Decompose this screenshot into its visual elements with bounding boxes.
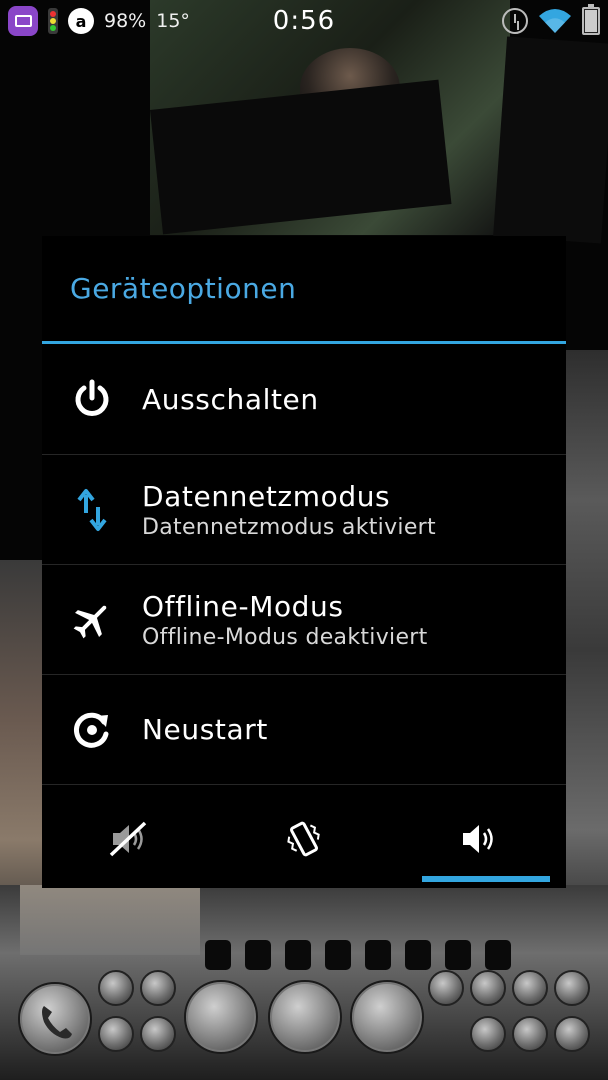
dock-mini-app-icon[interactable]: [98, 1016, 134, 1052]
sound-mode-sound-on[interactable]: [391, 785, 566, 892]
alarm-icon: [502, 8, 528, 34]
dock-mini-app-icon[interactable]: [98, 970, 134, 1006]
sound-mode-selector: [42, 784, 566, 892]
dock-mini-app-icon[interactable]: [470, 1016, 506, 1052]
menu-item-status: Datennetzmodus aktiviert: [142, 514, 436, 540]
wallpaper-right-photo: [565, 350, 608, 950]
app-drawer-icon[interactable]: [184, 980, 258, 1054]
battery-percent: 98%: [104, 10, 147, 32]
phone-app-icon[interactable]: [18, 982, 92, 1056]
status-bar: a 98% 15° 0:56: [0, 0, 608, 42]
dock-mini-app-icon[interactable]: [554, 1016, 590, 1052]
menu-item-label: Datennetzmodus: [142, 479, 391, 513]
sound-muted-icon: [110, 821, 147, 856]
menu-item-airplane-mode[interactable]: Offline-Modus Offline-Modus deaktiviert: [42, 564, 566, 674]
dock-mini-app-icon[interactable]: [512, 970, 548, 1006]
menu-item-label: Ausschalten: [142, 382, 319, 416]
a-circle-icon: a: [68, 8, 94, 34]
clock: 0:56: [272, 6, 336, 36]
device-options-dialog: Geräteoptionen Ausschalten Datennetzmodu…: [42, 236, 566, 888]
dock-mini-app-icon[interactable]: [428, 970, 464, 1006]
wifi-icon: [539, 9, 571, 33]
traffic-light-icon: [48, 8, 58, 34]
sound-on-icon: [462, 824, 493, 853]
dialog-title: Geräteoptionen: [70, 272, 297, 305]
menu-item-data-mode[interactable]: Datennetzmodus Datennetzmodus aktiviert: [42, 454, 566, 564]
battery-icon: [582, 4, 600, 35]
notes-app-icon[interactable]: [350, 980, 424, 1054]
restart-icon: [73, 712, 109, 748]
sound-mode-silent[interactable]: [42, 785, 217, 892]
app-launcher-icon: [8, 6, 38, 36]
dock-mini-app-icon[interactable]: [140, 970, 176, 1006]
dock-mini-app-icon[interactable]: [512, 1016, 548, 1052]
messaging-app-icon[interactable]: [268, 980, 342, 1054]
vibrate-icon: [287, 821, 320, 856]
menu-item-power-off[interactable]: Ausschalten: [42, 344, 566, 454]
menu-item-restart[interactable]: Neustart: [42, 674, 566, 784]
power-icon: [75, 379, 109, 416]
menu-item-label: Offline-Modus: [142, 589, 344, 623]
phone-icon: [42, 1006, 72, 1039]
wallpaper-film-strip: [493, 36, 608, 244]
wallpaper-bottom-highlight: [20, 885, 200, 955]
data-transfer-icon: [77, 488, 107, 531]
temperature: 15°: [156, 10, 190, 32]
menu-item-status: Offline-Modus deaktiviert: [142, 624, 428, 650]
menu-item-label: Neustart: [142, 713, 268, 746]
dock-mini-app-icon[interactable]: [140, 1016, 176, 1052]
home-dock: [0, 960, 608, 1080]
dock-mini-app-icon[interactable]: [470, 970, 506, 1006]
airplane-icon: [73, 605, 107, 638]
dock-mini-app-icon[interactable]: [554, 970, 590, 1006]
sound-mode-vibrate[interactable]: [217, 785, 392, 892]
